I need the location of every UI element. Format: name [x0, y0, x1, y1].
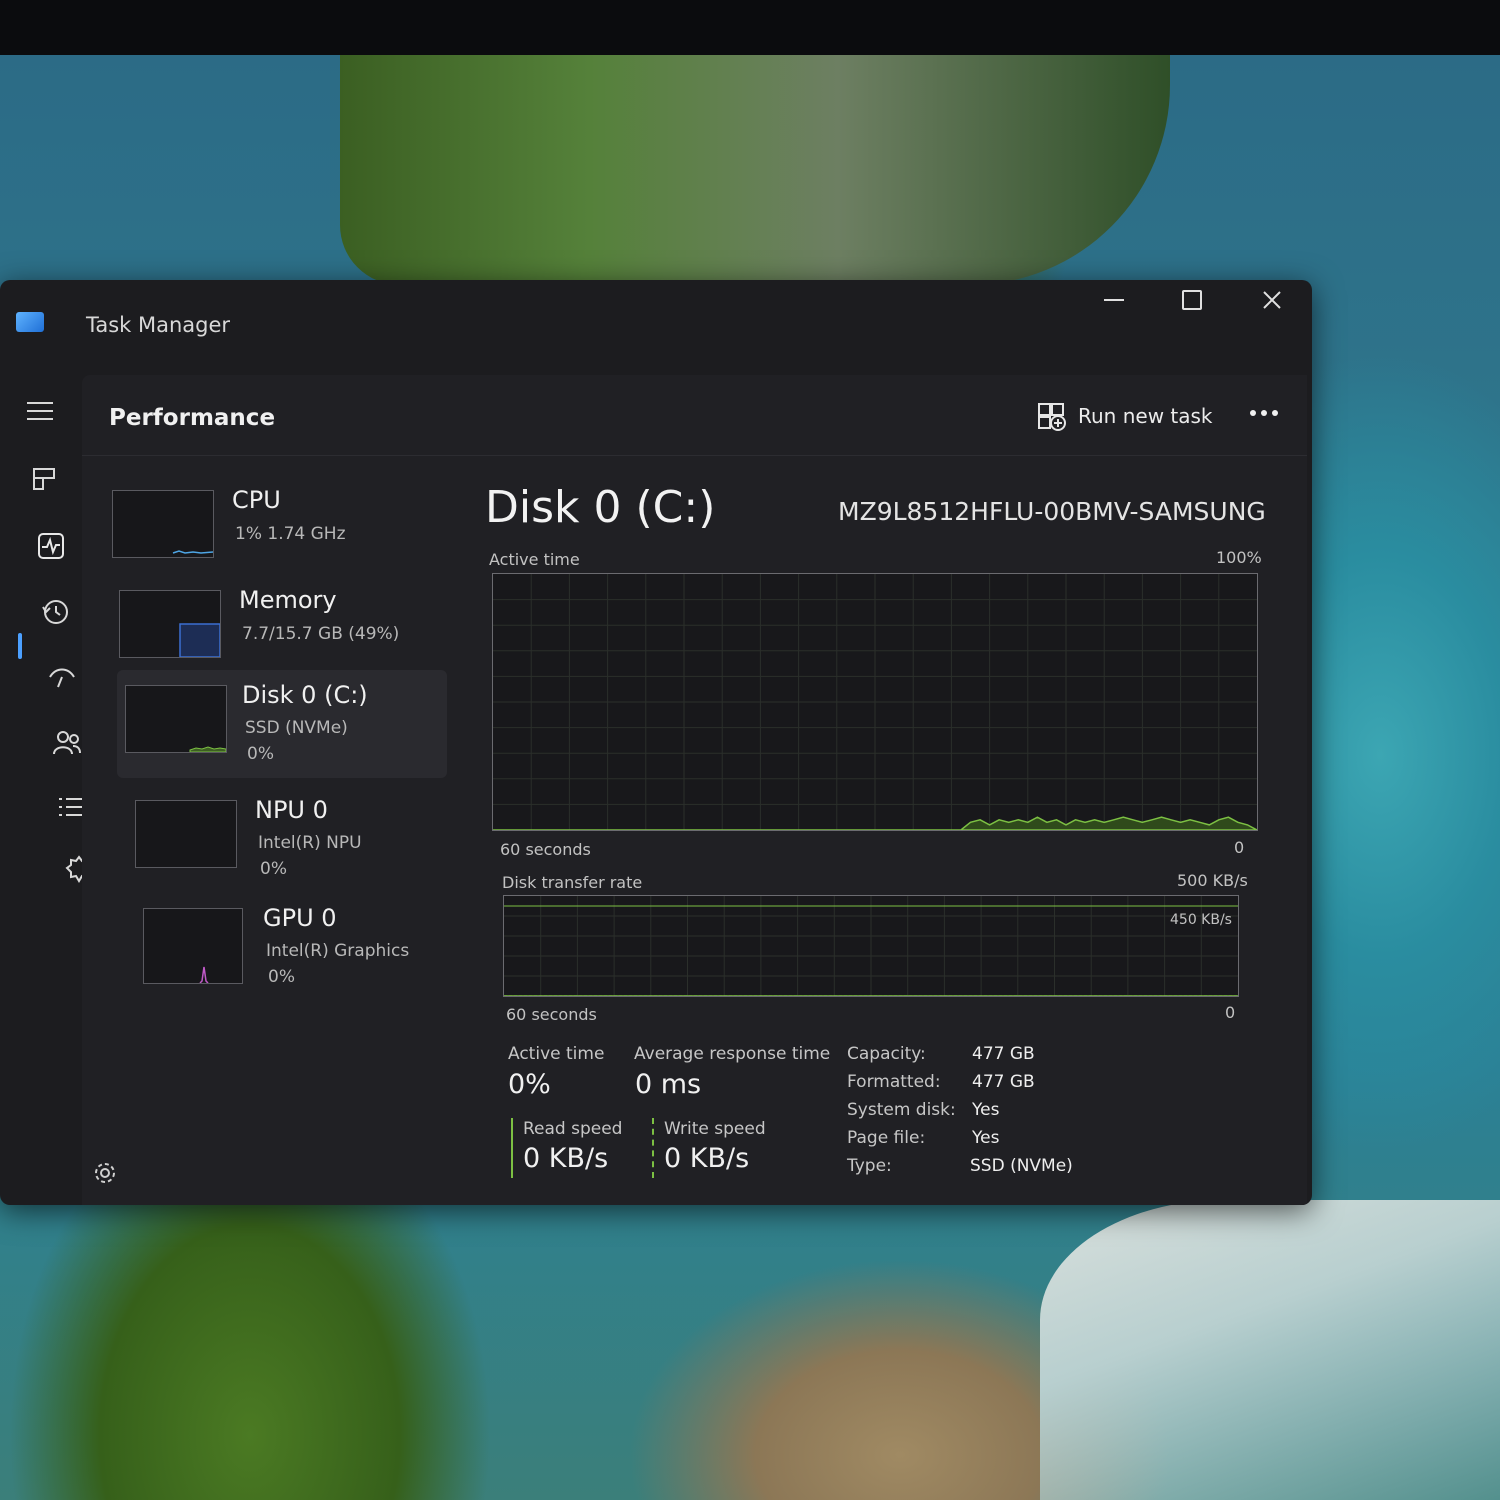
device-usage: 0% [247, 744, 274, 764]
transfer-graph-line-label: 450 KB/s [1170, 912, 1232, 928]
disk-thumbnail-graph [125, 685, 227, 753]
write-speed-label: Write speed [664, 1119, 766, 1139]
page-header: Performance Run new task [82, 375, 1307, 456]
device-npu-0[interactable]: NPU 0 Intel(R) NPU 0% [130, 785, 470, 890]
settings-button[interactable] [88, 1156, 122, 1190]
device-subtitle: 1% 1.74 GHz [235, 524, 346, 544]
nav-performance[interactable] [27, 522, 75, 570]
task-manager-window: Task Manager Performance Run new task CP… [0, 280, 1312, 1205]
active-time-graph [492, 573, 1258, 831]
transfer-graph-min: 0 [1225, 1003, 1236, 1022]
device-subtitle: 7.7/15.7 GB (49%) [242, 624, 400, 644]
run-task-icon [1038, 403, 1066, 431]
transfer-graph-span: 60 seconds [506, 1005, 597, 1024]
title-bar[interactable]: Task Manager [0, 280, 1312, 370]
write-speed-bar [652, 1118, 654, 1178]
prop-page-file-key: Page file: [847, 1128, 926, 1148]
device-subtitle: Intel(R) Graphics [266, 941, 410, 961]
active-time-stat-value: 0% [508, 1069, 551, 1100]
close-icon [1263, 291, 1281, 309]
content-pane: Performance Run new task CPU 1% 1.74 GHz [82, 375, 1307, 1205]
page-title: Performance [109, 405, 276, 431]
npu-thumbnail-graph [135, 800, 237, 868]
memory-thumbnail-graph [119, 590, 221, 658]
prop-formatted-value: 477 GB [972, 1072, 1035, 1092]
settings-icon [95, 1163, 115, 1183]
history-icon [42, 600, 68, 624]
device-cpu[interactable]: CPU 1% 1.74 GHz [107, 475, 447, 580]
device-name: GPU 0 [263, 904, 337, 932]
avg-response-label: Average response time [634, 1044, 831, 1064]
more-icon [1250, 410, 1278, 416]
monitor-bezel [0, 0, 1500, 55]
nav-app-history[interactable] [32, 588, 80, 636]
device-name: NPU 0 [255, 796, 328, 824]
hamburger-icon [27, 402, 53, 420]
prop-system-disk-key: System disk: [847, 1100, 956, 1120]
prop-formatted-key: Formatted: [847, 1072, 941, 1092]
prop-system-disk-value: Yes [972, 1100, 1000, 1120]
prop-type-key: Type: [847, 1156, 892, 1176]
device-name: CPU [232, 486, 281, 514]
read-speed-label: Read speed [523, 1119, 623, 1139]
startup-icon [49, 668, 75, 688]
device-name: Disk 0 (C:) [242, 681, 368, 709]
window-title: Task Manager [86, 313, 231, 337]
gpu-thumbnail-graph [143, 908, 243, 984]
nav-startup-apps[interactable] [38, 653, 86, 701]
performance-icon [38, 533, 64, 559]
nav-active-indicator [18, 633, 22, 659]
maximize-icon [1182, 290, 1202, 310]
prop-page-file-value: Yes [972, 1128, 1000, 1148]
prop-type-value: SSD (NVMe) [970, 1156, 1073, 1176]
device-usage: 0% [260, 859, 287, 879]
users-icon [53, 731, 81, 755]
detail-title: Disk 0 (C:) [485, 482, 716, 533]
task-manager-app-icon [16, 312, 44, 332]
active-time-graph-min: 0 [1234, 838, 1245, 857]
active-time-graph-span: 60 seconds [500, 840, 591, 859]
prop-capacity-value: 477 GB [972, 1044, 1035, 1064]
avg-response-value: 0 ms [635, 1069, 702, 1100]
wallpaper-surf [1040, 1200, 1500, 1500]
transfer-graph-label: Disk transfer rate [502, 873, 643, 892]
device-name: Memory [239, 586, 337, 614]
transfer-rate-graph: 450 KB/s [503, 895, 1239, 997]
minimize-icon [1104, 299, 1124, 301]
device-disk-0[interactable]: Disk 0 (C:) SSD (NVMe) 0% [117, 670, 447, 778]
more-options-button[interactable] [1244, 393, 1284, 433]
prop-capacity-key: Capacity: [847, 1044, 926, 1064]
minimize-button[interactable] [1075, 280, 1153, 320]
maximize-button[interactable] [1153, 280, 1231, 320]
disk-model: MZ9L8512HFLU-00BMV-SAMSUNG [838, 497, 1266, 526]
active-time-graph-max: 100% [1216, 548, 1262, 567]
device-gpu-0[interactable]: GPU 0 Intel(R) Graphics 0% [138, 893, 478, 998]
device-subtitle: Intel(R) NPU [258, 833, 362, 853]
write-speed-value: 0 KB/s [664, 1143, 750, 1174]
device-subtitle: SSD (NVMe) [245, 718, 348, 738]
active-time-stat-label: Active time [508, 1044, 605, 1064]
read-speed-bar [511, 1118, 513, 1178]
wallpaper-cliff [340, 55, 1170, 285]
read-speed-value: 0 KB/s [523, 1143, 609, 1174]
nav-processes[interactable] [20, 455, 68, 503]
cpu-thumbnail-graph [112, 490, 214, 558]
active-time-graph-label: Active time [489, 550, 580, 569]
device-usage: 0% [268, 967, 295, 987]
nav-menu-button[interactable] [16, 387, 64, 435]
run-new-task-label: Run new task [1078, 404, 1213, 428]
processes-icon [33, 468, 55, 490]
transfer-graph-max: 500 KB/s [1177, 871, 1248, 890]
run-new-task-button[interactable]: Run new task [1028, 393, 1223, 439]
close-button[interactable] [1233, 280, 1311, 320]
device-memory[interactable]: Memory 7.7/15.7 GB (49%) [114, 575, 454, 680]
